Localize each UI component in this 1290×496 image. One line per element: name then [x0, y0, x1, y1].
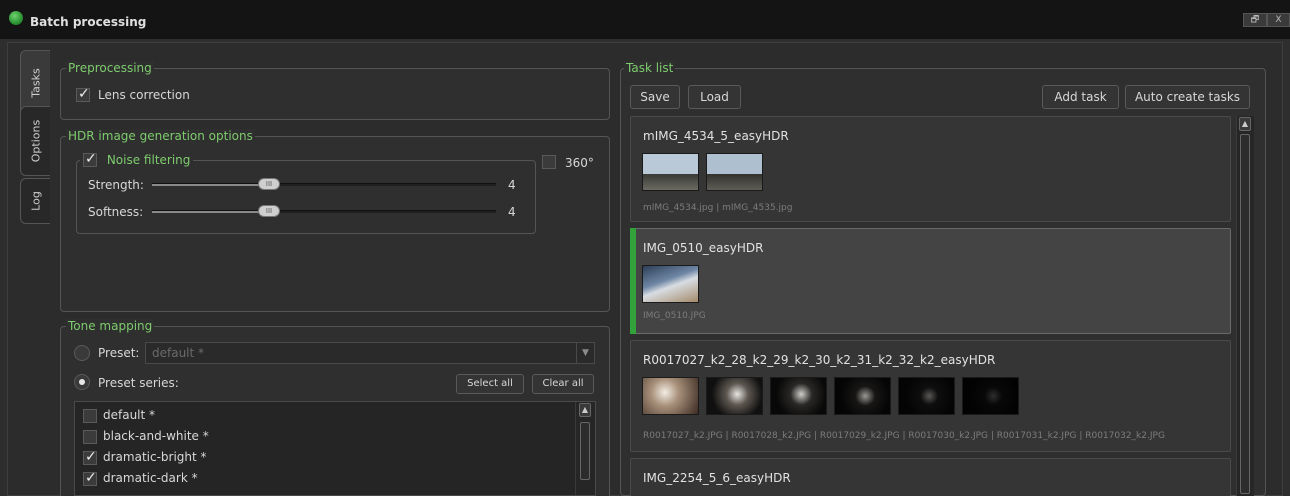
task-files: mIMG_4534.jpg | mIMG_4535.jpg	[643, 203, 793, 213]
preset-item-label: dramatic-dark *	[103, 471, 198, 485]
task-item[interactable]: IMG_2254_5_6_easyHDR	[630, 458, 1231, 496]
list-item[interactable]: default *	[83, 408, 155, 426]
task-thumbnail	[642, 377, 699, 415]
scroll-thumb[interactable]	[580, 422, 590, 480]
list-item[interactable]: black-and-white *	[83, 429, 209, 447]
save-button[interactable]: Save	[630, 85, 680, 109]
list-item[interactable]: dramatic-bright *	[83, 449, 207, 468]
scroll-up-icon[interactable]: ▲	[579, 403, 591, 417]
strength-label: Strength:	[88, 178, 144, 192]
preset-checkbox[interactable]	[83, 408, 97, 423]
preset-series-radio[interactable]	[74, 374, 90, 390]
softness-slider-handle[interactable]: III	[258, 205, 280, 217]
noise-filtering-label: Noise filtering	[106, 152, 191, 167]
close-button[interactable]: X	[1267, 13, 1290, 27]
tab-options-label: Options	[29, 119, 42, 163]
tab-log-label: Log	[29, 191, 42, 211]
preset-radio[interactable]	[74, 345, 90, 361]
load-button[interactable]: Load	[688, 85, 741, 109]
scroll-up-icon[interactable]: ▲	[1239, 117, 1251, 131]
preset-series-list: default * black-and-white * dramatic-bri…	[74, 401, 596, 496]
task-thumbnail	[898, 377, 955, 415]
auto-create-tasks-button[interactable]: Auto create tasks	[1125, 85, 1250, 109]
task-thumbnail	[706, 153, 763, 191]
softness-value: 4	[508, 205, 516, 219]
tone-mapping-title: Tone mapping	[66, 319, 155, 333]
preset-series-label: Preset series:	[98, 376, 179, 390]
softness-label: Softness:	[88, 205, 144, 219]
tab-tasks-label: Tasks	[29, 68, 42, 98]
tab-log[interactable]: Log	[20, 178, 50, 224]
task-list-title: Task list	[624, 61, 676, 75]
preprocessing-title: Preprocessing	[66, 61, 154, 75]
preset-label: Preset:	[98, 346, 140, 360]
preset-item-label: default *	[103, 408, 156, 422]
softness-slider[interactable]: III	[152, 205, 496, 217]
list-item[interactable]: dramatic-dark *	[83, 470, 198, 489]
pano-360-checkbox[interactable]	[542, 155, 556, 169]
task-name: IMG_0510_easyHDR	[643, 241, 764, 255]
select-all-button[interactable]: Select all	[456, 374, 524, 394]
task-files: R0017027_k2.JPG | R0017028_k2.JPG | R001…	[643, 431, 1165, 441]
chevron-down-icon: ▼	[576, 343, 594, 363]
task-thumbnail	[962, 377, 1019, 415]
clear-all-button[interactable]: Clear all	[532, 374, 594, 394]
preset-checkbox[interactable]	[83, 470, 97, 486]
strength-value: 4	[508, 178, 516, 192]
softness-slider-fill	[152, 211, 262, 213]
tab-options[interactable]: Options	[20, 106, 50, 176]
task-name: IMG_2254_5_6_easyHDR	[643, 471, 791, 485]
hdr-options-title: HDR image generation options	[66, 129, 255, 143]
task-files: IMG_0510.JPG	[643, 311, 706, 321]
task-list-scrollbar[interactable]: ▲	[1236, 116, 1254, 496]
noise-filtering-toggle[interactable]: Noise filtering	[80, 151, 194, 167]
strength-slider-fill	[152, 184, 262, 186]
pano-360-label: 360°	[565, 156, 594, 170]
strength-slider-handle[interactable]: III	[258, 178, 280, 190]
preset-list-scrollbar[interactable]: ▲	[575, 402, 595, 495]
task-name: mIMG_4534_5_easyHDR	[643, 129, 789, 143]
preset-item-label: black-and-white *	[103, 429, 209, 443]
preset-checkbox[interactable]	[83, 429, 97, 444]
task-name: R0017027_k2_28_k2_29_k2_30_k2_31_k2_32_k…	[643, 353, 996, 367]
strength-slider[interactable]: III	[152, 178, 496, 190]
lens-correction-label: Lens correction	[98, 88, 190, 102]
task-thumbnail	[770, 377, 827, 415]
app-icon	[9, 11, 23, 25]
lens-correction-checkbox[interactable]	[76, 86, 90, 102]
noise-filtering-checkbox[interactable]	[83, 151, 97, 167]
task-item[interactable]: IMG_0510_easyHDR IMG_0510.JPG	[630, 228, 1231, 334]
task-thumbnail	[706, 377, 763, 415]
add-task-button[interactable]: Add task	[1042, 85, 1119, 109]
preset-item-label: dramatic-bright *	[103, 450, 207, 464]
restore-button[interactable]: 🗗	[1243, 13, 1267, 27]
preset-checkbox[interactable]	[83, 449, 97, 465]
window-title: Batch processing	[30, 15, 147, 29]
preset-select-value: default *	[152, 346, 205, 360]
task-thumbnail	[642, 265, 699, 303]
scroll-thumb[interactable]	[1240, 134, 1250, 494]
noise-filtering-group	[76, 160, 536, 234]
task-item[interactable]: R0017027_k2_28_k2_29_k2_30_k2_31_k2_32_k…	[630, 340, 1231, 452]
task-thumbnail	[834, 377, 891, 415]
title-bar: Batch processing 🗗 X	[0, 0, 1290, 39]
selection-indicator	[630, 228, 636, 334]
preset-select[interactable]: default * ▼	[145, 342, 595, 364]
task-item[interactable]: mIMG_4534_5_easyHDR mIMG_4534.jpg | mIMG…	[630, 116, 1231, 222]
task-thumbnail	[642, 153, 699, 191]
